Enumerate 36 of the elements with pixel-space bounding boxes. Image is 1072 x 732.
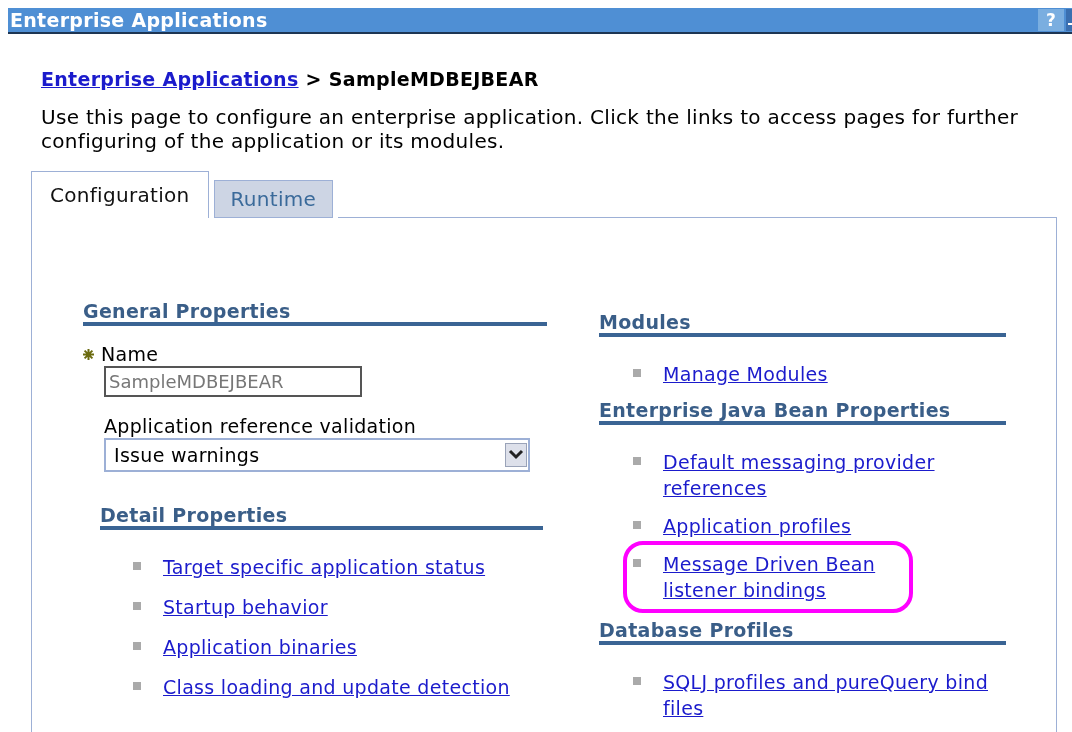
section-heading: Enterprise Java Bean Properties xyxy=(599,399,1006,425)
tab[interactable]: Configuration xyxy=(31,171,209,218)
bullet-icon xyxy=(633,521,641,529)
section-heading: Database Profiles xyxy=(599,619,1006,645)
page-description: Use this page to configure an enterprise application. Click the links to access pages for further configuring of the application or its modules. xyxy=(41,105,1020,153)
property-link[interactable]: Application binaries xyxy=(163,634,357,660)
breadcrumb-link[interactable]: Enterprise Applications xyxy=(41,68,299,90)
breadcrumb-current: SampleMDBEJBEAR xyxy=(328,68,539,90)
property-link[interactable]: SQLJ profiles and pureQuery bind files xyxy=(663,669,993,721)
breadcrumb-separator: > xyxy=(305,68,322,90)
minimize-icon[interactable] xyxy=(1066,9,1072,31)
bullet-icon xyxy=(633,559,641,567)
field-label: Name xyxy=(101,343,159,365)
field-label: Application reference validation xyxy=(104,415,418,437)
property-link[interactable]: Message Driven Bean listener bindings xyxy=(663,551,903,603)
bullet-icon xyxy=(633,369,641,377)
property-link[interactable]: Startup behavior xyxy=(163,594,328,620)
property-link[interactable]: Application profiles xyxy=(663,513,852,539)
validation-dropdown[interactable]: Issue warnings xyxy=(104,438,530,472)
property-link[interactable]: Default messaging provider references xyxy=(663,449,993,501)
bullet-icon xyxy=(633,457,641,465)
section-heading: General Properties xyxy=(83,300,547,326)
bullet-icon xyxy=(633,677,641,685)
window-title: Enterprise Applications xyxy=(9,9,269,31)
bullet-icon xyxy=(133,682,141,690)
property-link[interactable]: Class loading and update detection xyxy=(163,674,510,700)
property-link[interactable]: Manage Modules xyxy=(663,361,828,387)
section-heading: Modules xyxy=(599,311,1006,337)
property-link[interactable]: Target specific application status xyxy=(163,554,486,580)
bullet-icon xyxy=(133,602,141,610)
bullet-icon xyxy=(133,642,141,650)
section-heading: Detail Properties xyxy=(100,504,543,530)
bullet-icon xyxy=(133,562,141,570)
caret-icon[interactable] xyxy=(505,443,527,467)
tab[interactable]: Runtime xyxy=(213,180,334,218)
name-field[interactable]: SampleMDBEJBEAR xyxy=(104,366,362,397)
